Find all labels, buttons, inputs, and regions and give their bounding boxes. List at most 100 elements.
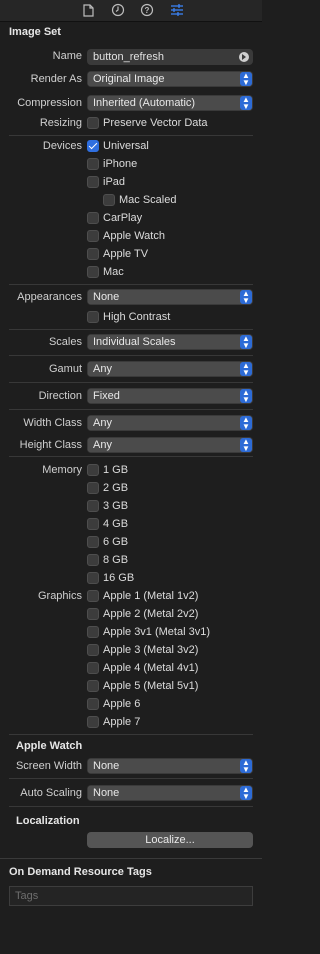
memory-3gb-label: 3 GB — [103, 500, 129, 512]
go-arrow-icon[interactable] — [239, 52, 249, 62]
apple-watch-label: Apple Watch — [103, 230, 165, 242]
memory-16gb-checkbox[interactable] — [87, 572, 99, 584]
compression-label: Compression — [17, 97, 82, 109]
divider — [0, 858, 262, 859]
compression-value: Inherited (Automatic) — [93, 97, 196, 109]
memory-6gb-checkbox[interactable] — [87, 536, 99, 548]
graphics-apple2-checkbox[interactable] — [87, 608, 99, 620]
graphics-apple7-checkbox[interactable] — [87, 716, 99, 728]
graphics-apple3v1-checkbox[interactable] — [87, 626, 99, 638]
scales-label: Scales — [48, 336, 82, 348]
compression-popup[interactable]: Inherited (Automatic) ▲ ▼ — [87, 95, 253, 111]
graphics-apple4-label: Apple 4 (Metal 4v1) — [103, 662, 199, 674]
graphics-apple3-checkbox[interactable] — [87, 644, 99, 656]
auto-scaling-label: Auto Scaling — [20, 787, 82, 799]
divider — [9, 409, 253, 410]
gamut-value: Any — [93, 363, 112, 375]
auto-scaling-popup[interactable]: None ▲ ▼ — [87, 785, 253, 801]
graphics-apple1-checkbox[interactable] — [87, 590, 99, 602]
mac-checkbox[interactable] — [87, 266, 99, 278]
render-as-label: Render As — [30, 73, 82, 85]
apple-watch-title: Apple Watch — [16, 740, 83, 752]
divider — [9, 329, 253, 330]
popup-chevrons-icon: ▲ ▼ — [240, 335, 252, 350]
divider — [9, 355, 253, 356]
odr-tags-title: On Demand Resource Tags — [9, 866, 152, 878]
graphics-apple5-label: Apple 5 (Metal 5v1) — [103, 680, 199, 692]
divider — [9, 778, 253, 779]
screen-width-popup[interactable]: None ▲ ▼ — [87, 758, 253, 774]
ipad-checkbox[interactable] — [87, 176, 99, 188]
help-icon[interactable]: ? — [139, 2, 155, 18]
memory-2gb-checkbox[interactable] — [87, 482, 99, 494]
memory-label: Memory — [42, 464, 82, 476]
graphics-label: Graphics — [37, 590, 82, 602]
name-field[interactable]: button_refresh — [87, 49, 253, 65]
height-class-value: Any — [93, 439, 112, 451]
graphics-apple1-label: Apple 1 (Metal 1v2) — [103, 590, 199, 602]
apple-tv-label: Apple TV — [103, 248, 149, 260]
appearances-label: Appearances — [17, 291, 82, 303]
graphics-apple6-label: Apple 6 — [103, 698, 141, 710]
preserve-vector-checkbox[interactable] — [87, 117, 99, 129]
mac-scaled-checkbox[interactable] — [103, 194, 115, 206]
appearances-value: None — [93, 291, 120, 303]
graphics-apple4-checkbox[interactable] — [87, 662, 99, 674]
memory-1gb-label: 1 GB — [103, 464, 129, 476]
high-contrast-checkbox[interactable] — [87, 311, 99, 323]
carplay-checkbox[interactable] — [87, 212, 99, 224]
devices-label: Devices — [42, 140, 82, 152]
history-icon[interactable] — [110, 2, 126, 18]
iphone-label: iPhone — [103, 158, 138, 170]
divider — [9, 135, 253, 136]
graphics-apple3-label: Apple 3 (Metal 3v2) — [103, 644, 199, 656]
tags-field[interactable]: Tags — [9, 886, 253, 906]
popup-chevrons-icon: ▲ ▼ — [240, 416, 252, 431]
memory-6gb-label: 6 GB — [103, 536, 129, 548]
inspector-toolbar: ? — [0, 0, 262, 22]
memory-1gb-checkbox[interactable] — [87, 464, 99, 476]
auto-scaling-value: None — [93, 787, 120, 799]
popup-chevrons-icon: ▲ ▼ — [240, 438, 252, 453]
image-set-title: Image Set — [9, 26, 61, 38]
graphics-apple5-checkbox[interactable] — [87, 680, 99, 692]
localization-title: Localization — [16, 815, 80, 827]
screen-width-value: None — [93, 760, 120, 772]
universal-checkbox[interactable] — [87, 140, 99, 152]
divider — [9, 734, 253, 735]
graphics-apple6-checkbox[interactable] — [87, 698, 99, 710]
attributes-icon[interactable] — [169, 2, 185, 18]
apple-tv-checkbox[interactable] — [87, 248, 99, 260]
scales-value: Individual Scales — [93, 336, 176, 348]
scales-popup[interactable]: Individual Scales ▲ ▼ — [87, 334, 253, 350]
iphone-checkbox[interactable] — [87, 158, 99, 170]
memory-3gb-checkbox[interactable] — [87, 500, 99, 512]
name-value: button_refresh — [93, 51, 164, 63]
popup-chevrons-icon: ▲ ▼ — [240, 786, 252, 801]
popup-chevrons-icon: ▲ ▼ — [240, 389, 252, 404]
height-class-label: Height Class — [19, 439, 82, 451]
screen-width-label: Screen Width — [15, 760, 82, 772]
preserve-vector-label: Preserve Vector Data — [103, 117, 208, 129]
file-icon[interactable] — [80, 2, 96, 18]
apple-watch-checkbox[interactable] — [87, 230, 99, 242]
memory-4gb-label: 4 GB — [103, 518, 129, 530]
height-class-popup[interactable]: Any ▲ ▼ — [87, 437, 253, 453]
graphics-apple2-label: Apple 2 (Metal 2v2) — [103, 608, 199, 620]
width-class-popup[interactable]: Any ▲ ▼ — [87, 415, 253, 431]
divider — [9, 456, 253, 457]
gamut-popup[interactable]: Any ▲ ▼ — [87, 361, 253, 377]
render-as-popup[interactable]: Original Image ▲ ▼ — [87, 71, 253, 87]
appearances-popup[interactable]: None ▲ ▼ — [87, 289, 253, 305]
popup-chevrons-icon: ▲ ▼ — [240, 759, 252, 774]
divider — [9, 284, 253, 285]
localize-button[interactable]: Localize... — [87, 832, 253, 848]
carplay-label: CarPlay — [103, 212, 143, 224]
divider — [9, 806, 253, 807]
memory-8gb-checkbox[interactable] — [87, 554, 99, 566]
direction-label: Direction — [38, 390, 82, 402]
direction-popup[interactable]: Fixed ▲ ▼ — [87, 388, 253, 404]
mac-label: Mac — [103, 266, 124, 278]
memory-4gb-checkbox[interactable] — [87, 518, 99, 530]
high-contrast-label: High Contrast — [103, 311, 171, 323]
